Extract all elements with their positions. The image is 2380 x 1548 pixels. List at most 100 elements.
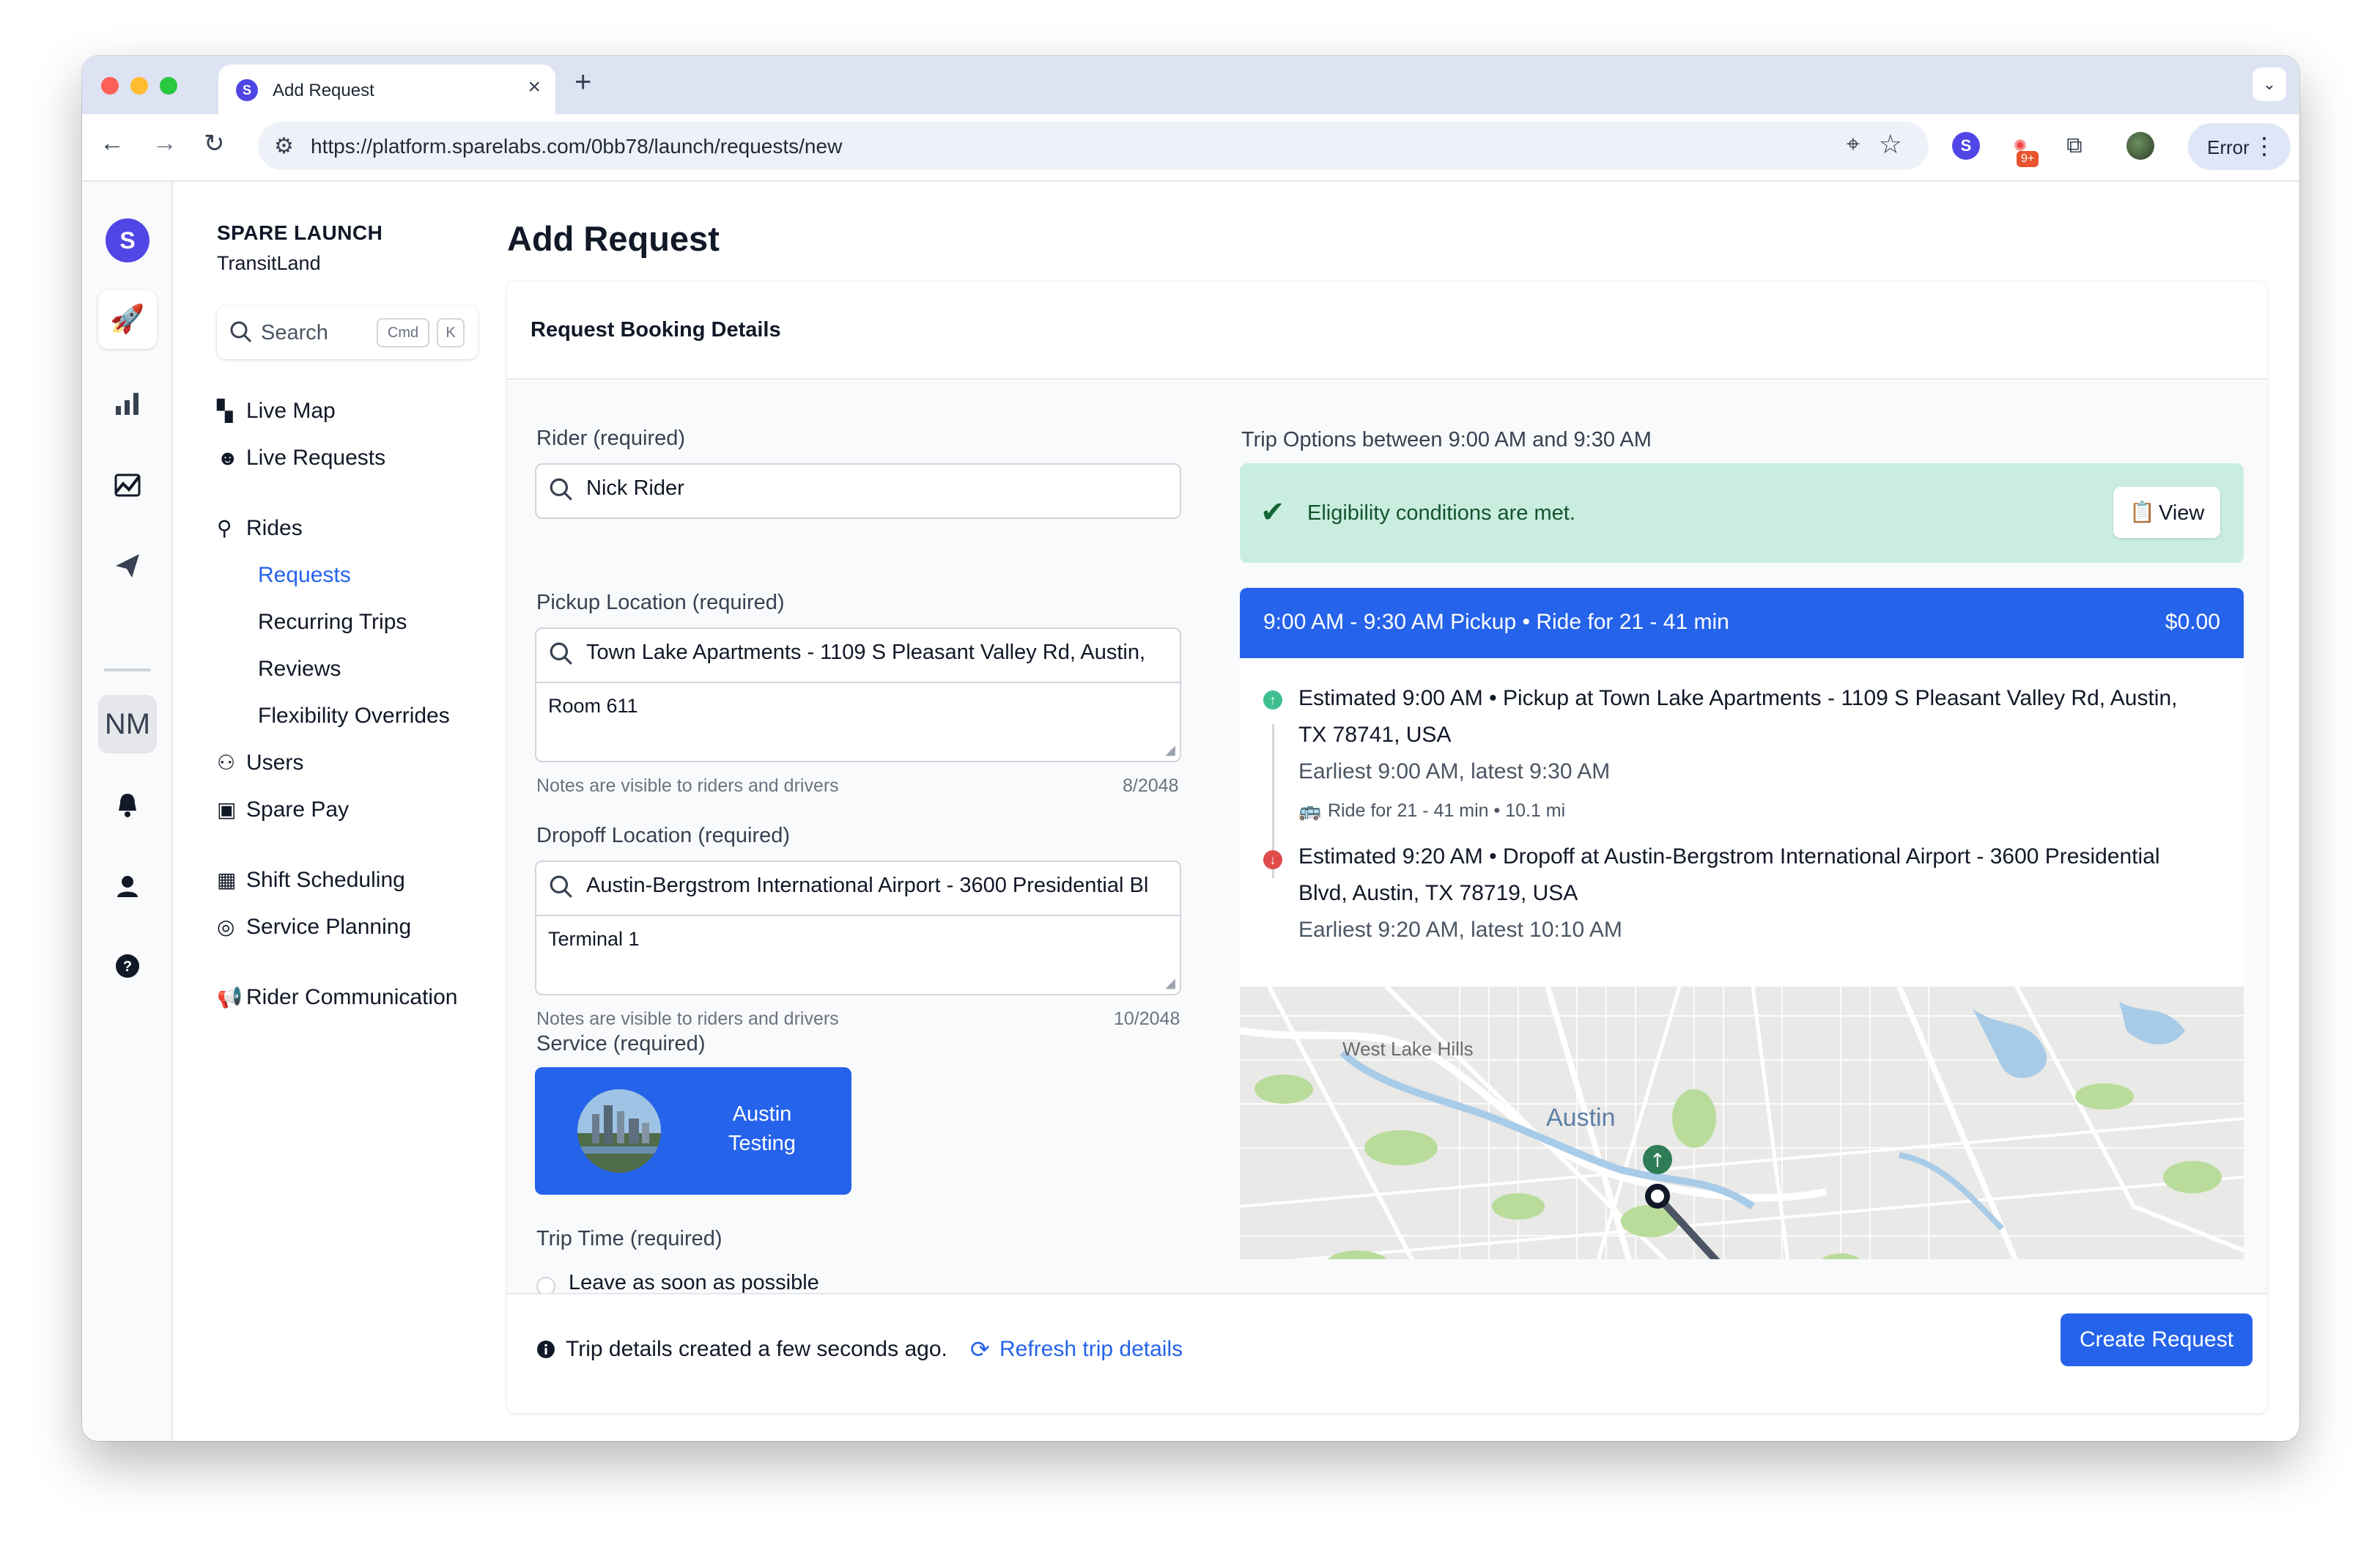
- person-icon: ☻: [217, 446, 239, 469]
- new-tab-icon[interactable]: +: [574, 66, 591, 99]
- close-window-button[interactable]: [101, 77, 119, 95]
- trip-option-summary: 9:00 AM - 9:30 AM Pickup • Ride for 21 -…: [1263, 610, 1729, 634]
- pickup-label: Pickup Location (required): [536, 591, 785, 614]
- trip-options-label: Trip Options between 9:00 AM and 9:30 AM: [1241, 428, 1652, 452]
- resize-handle-icon[interactable]: ◢: [1165, 742, 1175, 758]
- paper-plane-icon[interactable]: [98, 537, 157, 595]
- search-icon: [550, 875, 572, 898]
- card-footer: Trip details created a few seconds ago. …: [507, 1293, 2267, 1413]
- dropoff-input[interactable]: Austin-Bergstrom International Airport -…: [535, 860, 1181, 916]
- dropoff-value: Austin-Bergstrom International Airport -…: [586, 874, 1149, 897]
- checkmark-icon: ✔: [1260, 496, 1285, 528]
- refresh-trip-details-link[interactable]: Refresh trip details: [999, 1337, 1183, 1362]
- calendar-icon: ▦: [217, 869, 237, 891]
- location-pin-icon[interactable]: ⌖: [1847, 130, 1860, 158]
- clipboard-icon: 📋: [2129, 501, 2155, 523]
- sidebar-item-spare-pay[interactable]: ▣ Spare Pay: [217, 797, 349, 830]
- sidebar-item-users[interactable]: ⚇ Users: [217, 751, 303, 783]
- service-label: Service (required): [536, 1032, 706, 1055]
- org-name: SPARE LAUNCH: [217, 221, 383, 244]
- sidebar-item-flexibility-overrides[interactable]: Flexibility Overrides: [258, 704, 450, 729]
- trip-option-header[interactable]: 9:00 AM - 9:30 AM Pickup • Ride for 21 -…: [1240, 588, 2244, 658]
- spare-logo[interactable]: S: [106, 218, 149, 262]
- sidebar-item-service-planning[interactable]: ◎ Service Planning: [217, 915, 411, 947]
- map-icon: ▚: [217, 399, 233, 422]
- refresh-icon[interactable]: ⟳: [970, 1335, 990, 1363]
- view-eligibility-button[interactable]: 📋 View: [2113, 487, 2220, 538]
- leave-asap-radio[interactable]: [536, 1277, 555, 1293]
- url-text: https://platform.sparelabs.com/0bb78/lau…: [311, 135, 843, 158]
- more-vertical-icon: ⋮: [2252, 133, 2276, 159]
- ride-info-text: Ride for 21 - 41 min • 10.1 mi: [1328, 800, 1566, 821]
- leave-asap-label: Leave as soon as possible: [569, 1271, 819, 1293]
- dropoff-window: Earliest 9:20 AM, latest 10:10 AM: [1298, 918, 1622, 942]
- close-tab-icon[interactable]: ×: [528, 75, 541, 100]
- puzzle-extensions-icon[interactable]: ⧉: [2061, 132, 2088, 160]
- rocket-icon[interactable]: 🚀: [98, 290, 157, 349]
- trip-time-label: Trip Time (required): [536, 1227, 722, 1250]
- tab-strip: S Add Request × + ⌄: [82, 56, 2299, 114]
- page-title: Add Request: [507, 219, 720, 258]
- megaphone-icon: 📢: [217, 986, 243, 1009]
- resize-handle-icon[interactable]: ◢: [1165, 976, 1175, 991]
- sidebar-item-label: Users: [246, 751, 304, 775]
- pickup-notes-textarea[interactable]: Room 611 ◢: [535, 683, 1181, 762]
- browser-tab[interactable]: S Add Request ×: [218, 64, 555, 114]
- profile-error-button[interactable]: Error ⋮: [2188, 123, 2291, 170]
- tab-search-chevron-icon[interactable]: ⌄: [2252, 67, 2286, 101]
- bookmark-star-icon[interactable]: ☆: [1879, 129, 1902, 160]
- sidebar-item-label: Spare Pay: [246, 797, 350, 822]
- help-icon[interactable]: ?: [98, 937, 157, 995]
- user-profile-icon[interactable]: [98, 856, 157, 915]
- dropoff-label: Dropoff Location (required): [536, 824, 791, 847]
- dropoff-notes-textarea[interactable]: Terminal 1 ◢: [535, 916, 1181, 995]
- trip-option-price: $0.00: [2165, 610, 2220, 634]
- sidebar-item-reviews[interactable]: Reviews: [258, 657, 341, 682]
- tab-favicon-icon: S: [236, 79, 258, 101]
- browser-toolbar: ← → ↻ ⚙ https://platform.sparelabs.com/0…: [82, 114, 2299, 182]
- create-request-button[interactable]: Create Request: [2061, 1313, 2252, 1366]
- svg-text:↑: ↑: [1649, 1150, 1666, 1172]
- svg-text:?: ?: [123, 959, 132, 975]
- pickup-window: Earliest 9:00 AM, latest 9:30 AM: [1298, 759, 1611, 784]
- sidebar-item-requests[interactable]: Requests: [258, 563, 351, 588]
- app-rail: S 🚀 NM ?: [82, 182, 173, 1441]
- maximize-window-button[interactable]: [160, 77, 177, 95]
- sidebar-item-live-requests[interactable]: ☻ Live Requests: [217, 446, 385, 478]
- sidebar-item-live-map[interactable]: ▚ Live Map: [217, 399, 336, 431]
- ride-info: 🚌 Ride for 21 - 41 min • 10.1 mi: [1298, 800, 1565, 822]
- service-city-image: [577, 1089, 661, 1173]
- extension-badge: 9+: [2017, 151, 2039, 167]
- route-map[interactable]: West Lake Hills Austin ↑ ↓: [1240, 987, 2244, 1259]
- users-icon: ⚇: [217, 751, 236, 774]
- spare-extension-icon[interactable]: S: [1952, 132, 1980, 160]
- map-route-icon[interactable]: [98, 456, 157, 515]
- address-bar[interactable]: ⚙ https://platform.sparelabs.com/0bb78/l…: [258, 122, 1929, 170]
- card-body: Rider (required) Nick Rider Pickup Locat…: [507, 381, 2267, 1293]
- sidebar-item-label: Live Requests: [246, 446, 386, 470]
- map-label-west-lake-hills: West Lake Hills: [1342, 1038, 1474, 1060]
- rider-value: Nick Rider: [586, 476, 684, 500]
- pickup-input[interactable]: Town Lake Apartments - 1109 S Pleasant V…: [535, 627, 1181, 683]
- forward-arrow-icon[interactable]: →: [152, 129, 177, 158]
- dropoff-note-value: Terminal 1: [548, 928, 640, 950]
- bell-icon[interactable]: [98, 775, 157, 834]
- pickup-note-value: Room 611: [548, 695, 638, 717]
- search-placeholder: Search: [261, 321, 328, 344]
- bar-chart-icon[interactable]: [98, 374, 157, 432]
- sidebar-item-rider-communication[interactable]: 📢 Rider Communication: [217, 985, 457, 1017]
- service-option-austin-testing[interactable]: Austin Testing: [535, 1067, 851, 1195]
- sidebar-item-recurring-trips[interactable]: Recurring Trips: [258, 610, 407, 635]
- sidebar-item-rides[interactable]: ⚲ Rides: [217, 516, 303, 548]
- reload-icon[interactable]: ↻: [204, 129, 225, 158]
- minimize-window-button[interactable]: [130, 77, 148, 95]
- rider-input[interactable]: Nick Rider: [535, 463, 1181, 519]
- profile-error-label: Error: [2207, 136, 2250, 158]
- workspace-avatar[interactable]: NM: [98, 695, 157, 753]
- search-input[interactable]: Search Cmd K: [217, 306, 478, 359]
- sidebar-item-shift-scheduling[interactable]: ▦ Shift Scheduling: [217, 868, 405, 900]
- profile-avatar[interactable]: [2126, 132, 2154, 160]
- back-arrow-icon[interactable]: ←: [100, 129, 125, 158]
- site-settings-icon[interactable]: ⚙: [274, 133, 294, 159]
- sidebar-item-label: Live Map: [246, 399, 336, 423]
